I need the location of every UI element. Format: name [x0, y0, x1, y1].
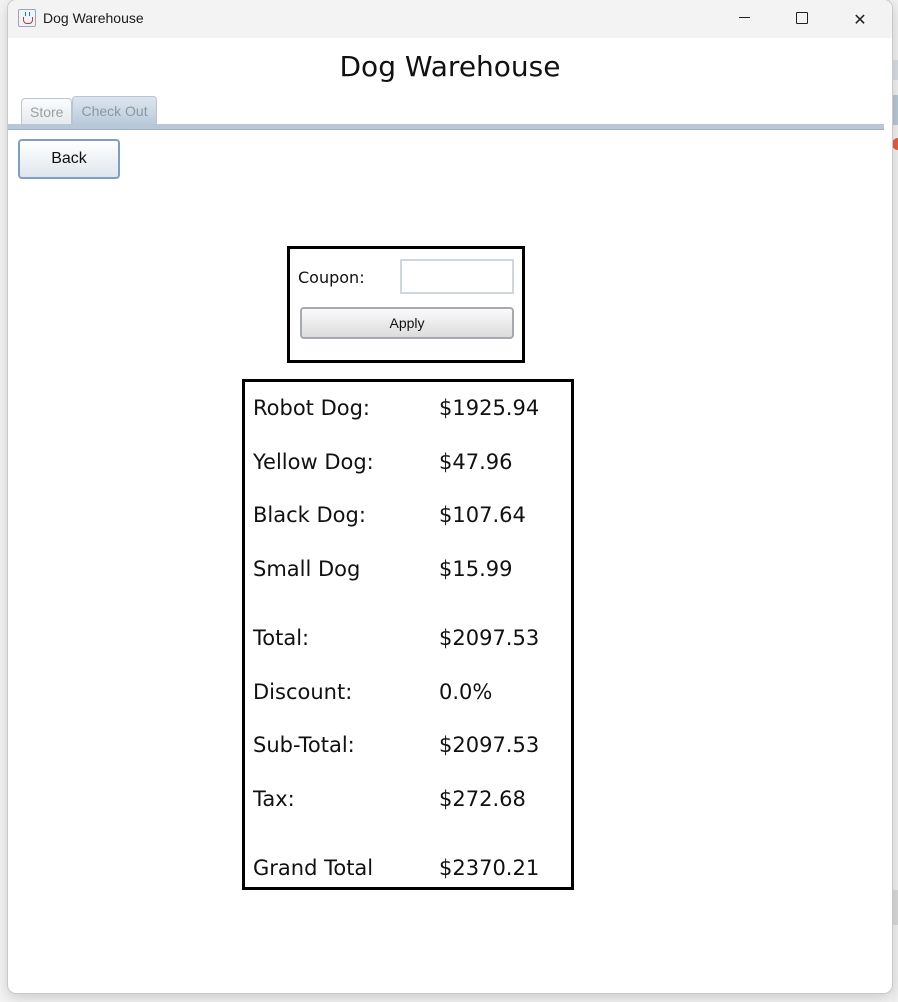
maximize-icon — [796, 12, 808, 24]
discount-label: Discount: — [253, 680, 353, 704]
close-button[interactable]: ✕ — [831, 0, 889, 38]
subtotal-value: $2097.53 — [439, 733, 540, 757]
apply-button[interactable]: Apply — [300, 307, 514, 339]
line-item-row: Robot Dog: $1925.94 — [245, 396, 571, 426]
title-bar: Dog Warehouse ✕ — [8, 0, 892, 38]
grand-total-value: $2370.21 — [439, 856, 540, 880]
coupon-panel: Coupon: Apply — [287, 246, 525, 363]
subtotal-row: Sub-Total: $2097.53 — [245, 733, 571, 763]
coupon-input[interactable] — [400, 259, 514, 294]
tax-label: Tax: — [253, 787, 295, 811]
total-row: Total: $2097.53 — [245, 626, 571, 656]
total-label: Total: — [253, 626, 310, 650]
minimize-button[interactable] — [715, 0, 773, 38]
discount-row: Discount: 0.0% — [245, 680, 571, 710]
page-title: Dog Warehouse — [339, 50, 561, 83]
tab-bar: Store Check Out — [21, 96, 157, 125]
item-name: Yellow Dog: — [253, 450, 374, 474]
minimize-icon — [738, 16, 750, 18]
java-app-icon — [18, 9, 36, 27]
background-fragment — [892, 60, 898, 80]
subtotal-label: Sub-Total: — [253, 733, 355, 757]
tab-divider — [8, 124, 884, 130]
item-price: $15.99 — [439, 557, 513, 581]
order-summary: Robot Dog: $1925.94 Yellow Dog: $47.96 B… — [242, 379, 574, 890]
app-window: Dog Warehouse ✕ Dog Warehouse Store Chec… — [8, 0, 892, 993]
item-price: $1925.94 — [439, 396, 540, 420]
item-name: Robot Dog: — [253, 396, 371, 420]
total-value: $2097.53 — [439, 626, 540, 650]
coupon-label: Coupon: — [298, 268, 365, 287]
background-window — [892, 0, 898, 1002]
tax-row: Tax: $272.68 — [245, 787, 571, 817]
grand-total-label: Grand Total — [253, 856, 374, 880]
window-title: Dog Warehouse — [43, 10, 144, 26]
item-name: Small Dog — [253, 557, 361, 581]
tab-check-out[interactable]: Check Out — [72, 96, 157, 125]
grand-total-row: Grand Total $2370.21 — [245, 856, 571, 886]
back-button[interactable]: Back — [18, 139, 120, 179]
line-item-row: Black Dog: $107.64 — [245, 503, 571, 533]
background-fragment — [892, 138, 898, 150]
background-fragment — [892, 890, 898, 925]
line-item-row: Yellow Dog: $47.96 — [245, 450, 571, 480]
tab-store[interactable]: Store — [21, 98, 73, 125]
item-price: $47.96 — [439, 450, 513, 474]
discount-value: 0.0% — [439, 680, 493, 704]
tax-value: $272.68 — [439, 787, 526, 811]
line-item-row: Small Dog $15.99 — [245, 557, 571, 587]
maximize-button[interactable] — [773, 0, 831, 38]
item-price: $107.64 — [439, 503, 526, 527]
close-icon: ✕ — [853, 9, 867, 29]
item-name: Black Dog: — [253, 503, 366, 527]
background-fragment — [892, 95, 898, 125]
